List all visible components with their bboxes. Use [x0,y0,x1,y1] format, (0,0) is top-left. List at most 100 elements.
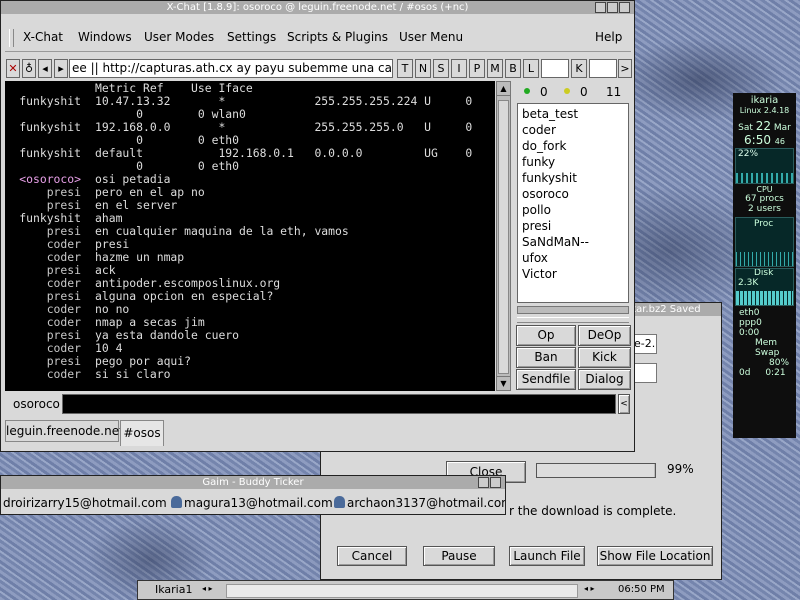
input-menu-button[interactable]: < [618,394,630,414]
buddy-item[interactable]: archaon3137@hotmail.com [347,496,505,510]
tab-osos[interactable]: #osos [120,420,164,446]
user-list-item[interactable]: beta_test [518,106,628,122]
sendfile-button[interactable]: Sendfile [516,369,576,390]
chat-nick[interactable]: funkyshit [5,95,81,108]
voice-count: 0 [580,85,588,99]
mode-k-button[interactable]: K [571,59,587,78]
chat-line: funkyshit 192.168.0.0 * 255.255.255.0 U 0 [5,121,495,134]
menu-scripts-plugins[interactable]: Scripts & Plugins [287,30,388,44]
dialog-button[interactable]: Dialog [578,369,631,390]
mode-s-button[interactable]: S [433,59,449,78]
desktop-name[interactable]: Ikaria1 [155,583,192,596]
xchat-titlebar[interactable]: X-Chat [1.8.9]: osoroco @ leguin.freenod… [1,1,634,14]
scroll-thumb[interactable] [498,100,509,374]
chat-text: si si claro [95,367,171,381]
op-button[interactable]: Op [516,325,576,346]
limit-input[interactable] [541,59,569,78]
menu-settings[interactable]: Settings [227,30,276,44]
key-input[interactable] [589,59,617,78]
chat-text: 0 0 eth0 [95,159,240,173]
menu-windows[interactable]: Windows [78,30,132,44]
maximize-icon[interactable] [607,2,618,13]
chat-text: no no [95,302,130,316]
ticker-area: droirizarry15@hotmail.com magura13@hotma… [1,492,505,514]
user-list-item[interactable]: pollo [518,202,628,218]
mode-n-button[interactable]: N [415,59,431,78]
chat-nick[interactable]: coder [5,368,81,381]
scroll-down-icon[interactable]: ▼ [497,376,510,390]
task-scroll-icon[interactable]: ◂ ▸ [584,584,595,593]
chat-nick[interactable]: funkyshit [5,147,81,160]
detach-icon[interactable]: ♁ [22,59,36,78]
mode-i-button[interactable]: I [451,59,467,78]
chat-text: 10.47.13.32 * 255.255.255.224 U 0 [95,94,473,108]
minimize-icon[interactable] [478,477,489,488]
download-percent: 99% [667,462,694,476]
show-file-location-button[interactable]: Show File Location [597,546,713,566]
chat-scrollbar[interactable]: ▲ ▼ [496,81,511,391]
user-list-item[interactable]: osoroco [518,186,628,202]
chat-text: default 192.168.0.1 0.0.0.0 UG 0 [95,146,473,160]
scroll-left-icon[interactable]: ◂ [38,59,52,78]
menu-xchat[interactable]: X-Chat [23,30,63,44]
download-message: r the download is complete. [509,504,677,518]
user-list-item[interactable]: presi [518,218,628,234]
mode-p-button[interactable]: P [469,59,485,78]
user-list-hscroll[interactable] [517,306,629,314]
task-list[interactable] [226,584,578,598]
close-tab-icon[interactable]: ✕ [6,59,20,78]
pause-button[interactable]: Pause [423,546,495,566]
user-list-item[interactable]: ufox [518,250,628,266]
ban-button[interactable]: Ban [516,347,576,368]
chat-text-area[interactable]: Metric Ref Use Iface funkyshit 10.47.13.32… [5,81,495,391]
mode-m-button[interactable]: M [487,59,503,78]
buddy-item[interactable]: magura13@hotmail.com [184,496,333,510]
system-monitor: ikaria Linux 2.4.18 Sat 22 Mar 6:50 46 2… [733,93,796,438]
topic-input[interactable]: ee || http://capturas.ath.cx ay payu sub… [69,59,393,78]
scroll-right-icon[interactable]: ▸ [54,59,68,78]
menu-handle-icon[interactable] [9,29,14,47]
cancel-button[interactable]: Cancel [337,546,407,566]
menu-user-menu[interactable]: User Menu [399,30,463,44]
chat-text: presi [95,237,130,251]
chat-text: aham [95,211,123,225]
chat-nick[interactable]: funkyshit [5,121,81,134]
net-rows: eth0 ppp0 0:00 Mem Swap 80% 0d 0:21 [739,308,790,378]
tab-leguin[interactable]: leguin.freenode.net [5,420,124,442]
user-list-item[interactable]: coder [518,122,628,138]
mode-l-button[interactable]: L [523,59,539,78]
minimize-icon[interactable] [595,2,606,13]
deop-button[interactable]: DeOp [578,325,631,346]
cpu-graph: 22% [735,148,794,184]
gaim-title: Gaim - Buddy Ticker [202,477,304,488]
pane-handle[interactable] [517,317,629,323]
message-input[interactable] [62,394,616,414]
user-count: 11 [606,85,622,99]
user-list-item[interactable]: Victor [518,266,628,282]
scroll-up-icon[interactable]: ▲ [497,82,510,96]
user-list-item[interactable]: funky [518,154,628,170]
menu-help[interactable]: Help [595,30,622,44]
user-list-item[interactable]: do_fork [518,138,628,154]
topic-arrow-button[interactable]: > [618,59,632,78]
user-list[interactable]: beta_test coder do_fork funky funkyshit osoro… [517,103,629,303]
download-progress-bar [536,463,656,478]
desktop-prev-icon[interactable]: ◂ ▸ [202,584,213,593]
menu-user-modes[interactable]: User Modes [144,30,214,44]
buddy-item[interactable]: droirizarry15@hotmail.com [3,496,167,510]
launch-file-button[interactable]: Launch File [509,546,585,566]
nick-label[interactable]: osoroco [13,397,60,411]
chat-text: en cualquier maquina de la eth, vamos [95,224,349,238]
user-list-item[interactable]: SaNdMaN-- [518,234,628,250]
close-icon[interactable] [619,2,630,13]
chat-text: pero en el ap no [95,185,205,199]
buddy-icon [171,496,182,508]
close-icon[interactable] [490,477,501,488]
menu-bar: X-Chat Windows User Modes Settings Scrip… [5,25,631,52]
user-list-item[interactable]: funkyshit [518,170,628,186]
mode-b-button[interactable]: B [505,59,521,78]
mode-t-button[interactable]: T [397,59,413,78]
kick-button[interactable]: Kick [578,347,631,368]
monitor-date: Sat 22 Mar [738,119,791,133]
gaim-titlebar[interactable]: Gaim - Buddy Ticker [1,476,505,489]
